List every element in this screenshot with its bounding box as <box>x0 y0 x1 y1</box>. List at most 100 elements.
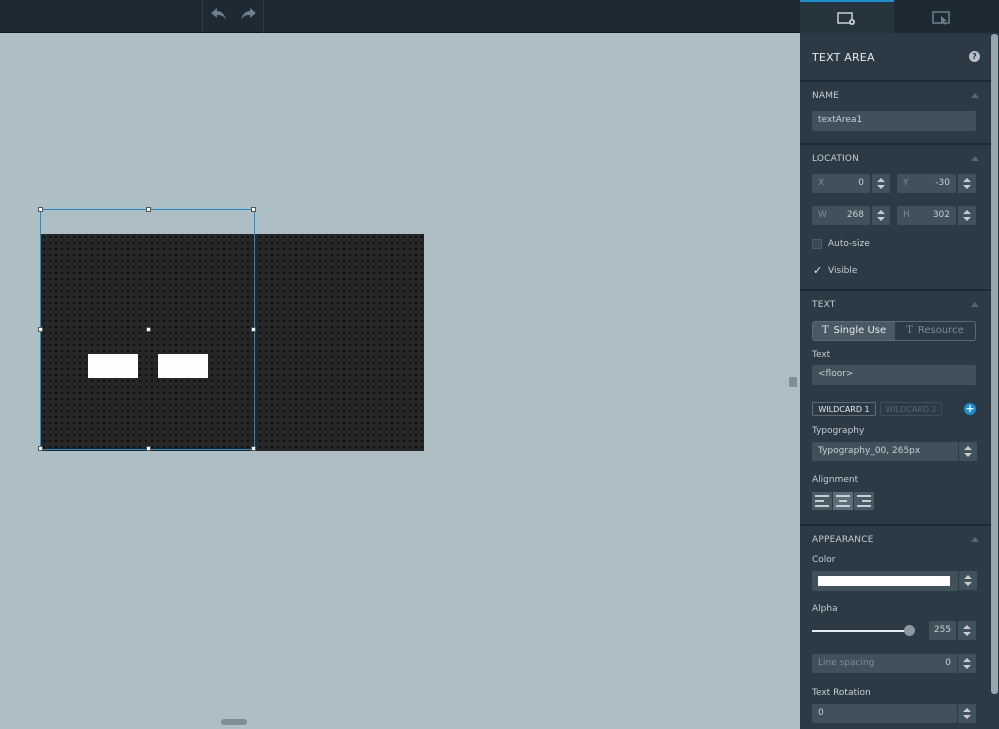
wildcard-1-button[interactable]: WILDCARD 1 <box>812 402 876 416</box>
anchor-handle-center[interactable] <box>146 327 151 332</box>
location-section-title: LOCATION <box>812 154 860 164</box>
text-area-selection[interactable] <box>38 207 256 451</box>
line-spacing-stepper[interactable] <box>957 654 976 673</box>
line-spacing-field[interactable]: Line spacing 0 <box>812 654 957 673</box>
color-label: Color <box>812 555 836 565</box>
text-section-title: TEXT <box>812 300 836 310</box>
x-value: 0 <box>858 178 864 188</box>
design-canvas[interactable] <box>0 33 800 729</box>
resize-handle-left[interactable] <box>38 327 43 332</box>
collapse-text-icon[interactable] <box>971 302 979 307</box>
align-right-button[interactable] <box>854 492 874 510</box>
undo-arrow-icon <box>211 8 226 20</box>
color-dropdown-arrows[interactable] <box>958 571 977 590</box>
alpha-label: Alpha <box>812 604 838 614</box>
section-divider <box>800 80 991 82</box>
text-input[interactable]: <floor> <box>812 365 976 385</box>
panel-tabs <box>800 0 999 33</box>
properties-panel: TEXT AREA ? NAME textArea1 LOCATION X 0 … <box>800 0 999 729</box>
typography-label: Typography <box>812 426 865 436</box>
text-source-toggle: T Single Use T Resource <box>812 321 976 341</box>
visible-label: Visible <box>828 266 858 276</box>
top-toolbar <box>0 0 800 33</box>
text-label: Text <box>812 350 831 360</box>
bottom-resize-handle[interactable] <box>221 719 247 725</box>
typography-dropdown-arrows[interactable] <box>958 442 977 461</box>
alpha-slider-knob[interactable] <box>904 625 915 636</box>
color-swatch[interactable] <box>818 576 950 586</box>
x-stepper[interactable] <box>871 174 890 193</box>
line-spacing-label: Line spacing <box>818 658 875 668</box>
typography-select[interactable]: Typography_00, 265px <box>812 442 958 461</box>
wildcard-2-button[interactable]: WILDCARD 2 <box>880 402 942 416</box>
collapse-location-icon[interactable] <box>971 156 979 161</box>
align-line <box>815 500 824 502</box>
text-rotation-input[interactable]: 0 <box>812 704 957 723</box>
alpha-stepper[interactable] <box>957 621 976 640</box>
w-value: 268 <box>846 210 864 220</box>
y-value: -30 <box>935 178 950 188</box>
align-line <box>857 505 871 507</box>
h-label: H <box>903 210 910 220</box>
undo-icon[interactable] <box>208 6 230 26</box>
resize-handle-top[interactable] <box>146 207 151 212</box>
height-stepper[interactable] <box>957 206 976 225</box>
panel-resize-handle[interactable] <box>789 377 797 387</box>
undo-redo-group <box>202 0 264 33</box>
resource-type-icon: T <box>906 325 913 336</box>
collapse-appearance-icon[interactable] <box>971 537 979 542</box>
help-icon[interactable]: ? <box>969 51 980 62</box>
autosize-label: Auto-size <box>828 239 870 249</box>
panel-scrollbar[interactable] <box>991 34 998 694</box>
section-divider <box>800 524 991 526</box>
align-line <box>836 495 850 497</box>
resource-label: Resource <box>917 325 964 336</box>
resize-handle-bottom-right[interactable] <box>251 446 256 451</box>
text-rotation-label: Text Rotation <box>812 688 871 698</box>
x-field[interactable]: X 0 <box>812 174 870 193</box>
align-line <box>862 500 871 502</box>
tab-properties[interactable] <box>800 0 894 33</box>
screen-interaction-icon <box>932 11 950 25</box>
align-center-button[interactable] <box>833 492 853 510</box>
screen-settings-icon <box>837 12 855 25</box>
text-type-icon: T <box>821 325 829 336</box>
y-stepper[interactable] <box>957 174 976 193</box>
single-use-option[interactable]: T Single Use <box>813 322 895 340</box>
alpha-input[interactable]: 255 <box>929 621 956 640</box>
resize-handle-bottom[interactable] <box>146 446 151 451</box>
resource-option[interactable]: T Resource <box>895 322 975 340</box>
redo-arrow-icon <box>241 8 256 20</box>
visible-checkbox[interactable]: ✓ <box>813 264 822 277</box>
h-value: 302 <box>932 210 950 220</box>
text-rotation-stepper[interactable] <box>957 704 976 723</box>
section-divider <box>800 143 991 145</box>
resize-handle-bottom-left[interactable] <box>38 446 43 451</box>
alpha-slider-track[interactable] <box>812 630 908 632</box>
resize-handle-top-left[interactable] <box>38 207 43 212</box>
height-field[interactable]: H 302 <box>897 206 956 225</box>
align-line <box>815 505 829 507</box>
collapse-name-icon[interactable] <box>971 93 979 98</box>
align-line <box>815 495 829 497</box>
width-field[interactable]: W 268 <box>812 206 870 225</box>
align-line <box>839 500 847 502</box>
width-stepper[interactable] <box>871 206 890 225</box>
w-label: W <box>818 210 827 220</box>
x-label: X <box>818 178 825 188</box>
y-field[interactable]: Y -30 <box>897 174 956 193</box>
align-left-button[interactable] <box>812 492 832 510</box>
align-line <box>857 495 871 497</box>
resize-handle-top-right[interactable] <box>251 207 256 212</box>
appearance-section-title: APPEARANCE <box>812 535 874 545</box>
single-use-label: Single Use <box>833 325 887 336</box>
align-line <box>836 505 850 507</box>
add-wildcard-icon[interactable]: + <box>964 403 976 415</box>
name-input[interactable]: textArea1 <box>812 111 976 131</box>
autosize-checkbox[interactable] <box>812 239 822 249</box>
tab-interactions[interactable] <box>894 0 991 33</box>
redo-icon[interactable] <box>237 6 259 26</box>
panel-title: TEXT AREA <box>812 51 875 64</box>
resize-handle-right[interactable] <box>251 327 256 332</box>
section-divider <box>800 289 991 291</box>
